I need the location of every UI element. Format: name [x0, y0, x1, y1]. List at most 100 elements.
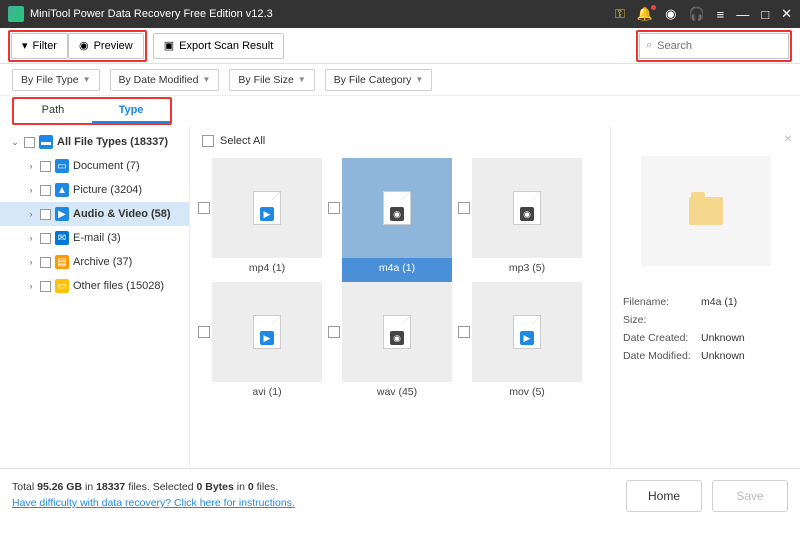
tab-type[interactable]: Type — [92, 99, 170, 123]
picture-icon: ▲ — [55, 183, 69, 197]
item-caption: mp3 (5) — [472, 258, 582, 282]
grid-item[interactable]: ◉ m4a (1) — [328, 158, 458, 282]
file-grid: Select All ▶ mp4 (1) ◉ m4a (1) — [190, 126, 610, 468]
grid-item[interactable]: ▶ mov (5) — [458, 282, 588, 406]
export-button[interactable]: ▣Export Scan Result — [153, 33, 285, 59]
tree-item-document[interactable]: › ▭ Document (7) — [0, 154, 189, 178]
filter-bar: By File Type▼ By Date Modified▼ By File … — [0, 64, 800, 96]
headset-icon[interactable]: 🎧 — [688, 6, 704, 22]
item-caption: wav (45) — [342, 382, 452, 406]
maximize-icon[interactable]: □ — [761, 7, 769, 22]
toolbar: ▾Filter ◉Preview ▣Export Scan Result ⌕ — [0, 28, 800, 64]
tree-item-email[interactable]: › ✉ E-mail (3) — [0, 226, 189, 250]
email-icon: ✉ — [55, 231, 69, 245]
filetype-icon: ◉ — [383, 315, 411, 349]
preview-panel: × Filename:m4a (1) Size: Date Created:Un… — [610, 126, 800, 468]
key-icon[interactable]: ⚿ — [615, 6, 625, 22]
item-checkbox[interactable] — [328, 326, 340, 338]
grid-item[interactable]: ▶ mp4 (1) — [198, 158, 328, 282]
close-preview-icon[interactable]: × — [784, 130, 792, 146]
tab-row: Path Type — [0, 96, 800, 126]
filetype-icon: ◉ — [513, 191, 541, 225]
sidebar: ⌄ ▬ All File Types (18337) › ▭ Document … — [0, 126, 190, 468]
menu-icon[interactable]: ≡ — [717, 7, 725, 22]
checkbox[interactable] — [40, 257, 51, 268]
search-icon: ⌕ — [646, 39, 652, 52]
expand-icon[interactable]: › — [26, 161, 36, 171]
checkbox[interactable] — [40, 209, 51, 220]
tree-root[interactable]: ⌄ ▬ All File Types (18337) — [0, 130, 189, 154]
filter-file-category[interactable]: By File Category▼ — [325, 69, 433, 91]
item-caption: m4a (1) — [342, 258, 452, 282]
tree-label: All File Types (18337) — [57, 136, 168, 148]
created-value: Unknown — [701, 332, 745, 344]
tree-label: Audio & Video (58) — [73, 208, 171, 220]
filetype-icon: ▶ — [253, 315, 281, 349]
select-all-label: Select All — [220, 135, 265, 147]
filename-value: m4a (1) — [701, 296, 737, 308]
filetype-icon: ▶ — [513, 315, 541, 349]
save-button[interactable]: Save — [712, 480, 788, 512]
app-title: MiniTool Power Data Recovery Free Editio… — [30, 8, 615, 20]
filter-button[interactable]: ▾Filter — [11, 33, 68, 59]
filetype-icon: ◉ — [383, 191, 411, 225]
checkbox[interactable] — [40, 161, 51, 172]
bell-icon[interactable]: 🔔 — [637, 6, 653, 22]
filter-file-type[interactable]: By File Type▼ — [12, 69, 100, 91]
minimize-icon[interactable]: — — [736, 7, 749, 22]
select-all-checkbox[interactable] — [202, 135, 214, 147]
grid-item[interactable]: ◉ wav (45) — [328, 282, 458, 406]
status-line: Total 95.26 GB in 18337 files. Selected … — [12, 480, 295, 496]
close-icon[interactable]: ✕ — [781, 6, 792, 22]
item-thumbnail[interactable]: ◉ — [342, 158, 452, 258]
preview-button[interactable]: ◉Preview — [68, 33, 144, 59]
modified-value: Unknown — [701, 350, 745, 362]
search-input[interactable] — [657, 40, 782, 52]
item-checkbox[interactable] — [458, 202, 470, 214]
item-caption: avi (1) — [212, 382, 322, 406]
item-thumbnail[interactable]: ▶ — [472, 282, 582, 382]
expand-icon[interactable]: › — [26, 233, 36, 243]
globe-icon[interactable]: ◉ — [665, 6, 676, 22]
item-checkbox[interactable] — [328, 202, 340, 214]
preview-thumbnail — [641, 156, 771, 266]
item-checkbox[interactable] — [198, 326, 210, 338]
checkbox[interactable] — [24, 137, 35, 148]
expand-icon[interactable]: › — [26, 185, 36, 195]
expand-icon[interactable]: › — [26, 257, 36, 267]
expand-icon[interactable]: › — [26, 209, 36, 219]
titlebar: MiniTool Power Data Recovery Free Editio… — [0, 0, 800, 28]
item-checkbox[interactable] — [458, 326, 470, 338]
checkbox[interactable] — [40, 281, 51, 292]
item-thumbnail[interactable]: ▶ — [212, 158, 322, 258]
archive-icon: ▤ — [55, 255, 69, 269]
filetype-icon: ▶ — [253, 191, 281, 225]
tree-item-audiovideo[interactable]: › ▶ Audio & Video (58) — [0, 202, 189, 226]
eye-icon: ◉ — [79, 39, 89, 52]
grid-item[interactable]: ◉ mp3 (5) — [458, 158, 588, 282]
video-icon: ▶ — [55, 207, 69, 221]
folder-icon — [689, 197, 723, 225]
item-checkbox[interactable] — [198, 202, 210, 214]
item-thumbnail[interactable]: ▶ — [212, 282, 322, 382]
grid-item[interactable]: ▶ avi (1) — [198, 282, 328, 406]
created-label: Date Created: — [623, 332, 701, 344]
filter-file-size[interactable]: By File Size▼ — [229, 69, 314, 91]
tree-item-picture[interactable]: › ▲ Picture (3204) — [0, 178, 189, 202]
search-box[interactable]: ⌕ — [639, 33, 789, 59]
tree-item-other[interactable]: › ▭ Other files (15028) — [0, 274, 189, 298]
item-thumbnail[interactable]: ◉ — [472, 158, 582, 258]
tab-path[interactable]: Path — [14, 99, 92, 123]
home-button[interactable]: Home — [626, 480, 702, 512]
checkbox[interactable] — [40, 185, 51, 196]
checkbox[interactable] — [40, 233, 51, 244]
filter-date-modified[interactable]: By Date Modified▼ — [110, 69, 220, 91]
monitor-icon: ▬ — [39, 135, 53, 149]
funnel-icon: ▾ — [22, 39, 28, 52]
item-thumbnail[interactable]: ◉ — [342, 282, 452, 382]
expand-icon[interactable]: › — [26, 281, 36, 291]
tree-item-archive[interactable]: › ▤ Archive (37) — [0, 250, 189, 274]
tree-label: Other files (15028) — [73, 280, 164, 292]
collapse-icon[interactable]: ⌄ — [10, 137, 20, 148]
help-link[interactable]: Have difficulty with data recovery? Clic… — [12, 497, 295, 509]
